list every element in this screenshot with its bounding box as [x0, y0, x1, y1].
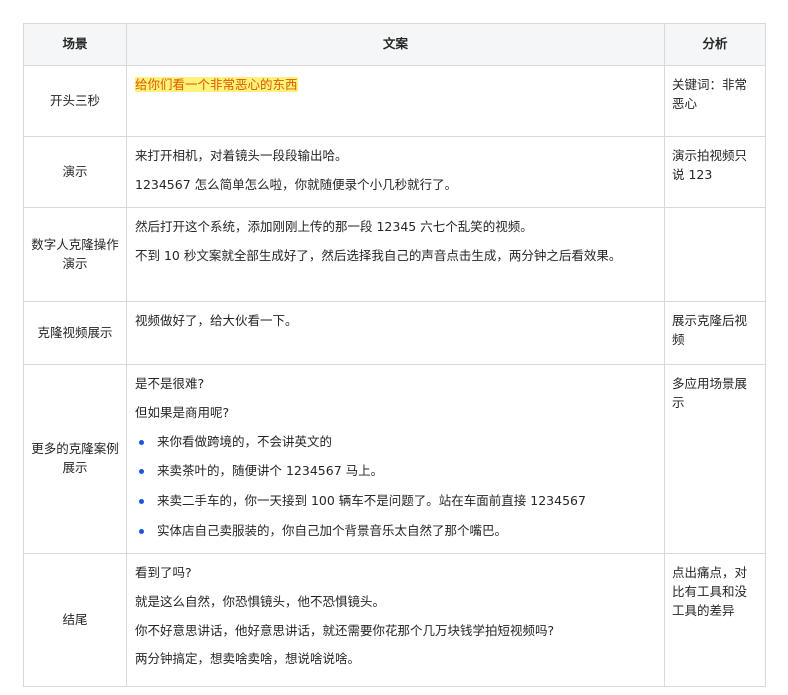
highlighted-text: 给你们看一个非常恶心的东西 — [135, 77, 298, 92]
copy-cell: 来打开相机，对着镜头一段段输出哈。 1234567 怎么简单怎么啦，你就随便录个… — [126, 136, 665, 208]
scene-cell: 数字人克隆操作演示 — [23, 207, 127, 302]
analysis-cell — [664, 207, 766, 302]
scene-cell: 克隆视频展示 — [23, 301, 127, 365]
scene-cell: 开头三秒 — [23, 65, 127, 137]
copy-cell: 视频做好了，给大伙看一下。 — [126, 301, 665, 365]
scene-cell: 演示 — [23, 136, 127, 208]
bullet-list: 来你看做跨境的，不会讲英文的 来卖茶叶的，随便讲个 1234567 马上。 来卖… — [135, 433, 656, 541]
analysis-cell: 点出痛点，对比有工具和没工具的差异 — [664, 553, 766, 687]
copy-line: 你不好意思讲话，他好意思讲话，就还需要你花那个几万块钱学拍短视频吗? — [135, 622, 555, 638]
analysis-cell: 展示克隆后视频 — [664, 301, 766, 365]
copy-cell: 然后打开这个系统，添加刚刚上传的那一段 12345 六七个乱笑的视频。 不到 1… — [126, 207, 665, 302]
copy-cell: 是不是很难? 但如果是商用呢? 来你看做跨境的，不会讲英文的 来卖茶叶的，随便讲… — [126, 364, 665, 554]
header-analysis: 分析 — [664, 23, 766, 66]
copy-line: 但如果是商用呢? — [135, 404, 230, 420]
copy-line: 就是这么自然，你恐惧镜头，他不恐惧镜头。 — [135, 593, 386, 609]
copy-line: 然后打开这个系统，添加刚刚上传的那一段 12345 六七个乱笑的视频。 — [135, 219, 533, 234]
table-row: 演示 来打开相机，对着镜头一段段输出哈。 1234567 怎么简单怎么啦，你就随… — [23, 136, 766, 208]
copy-cell: 给你们看一个非常恶心的东西 — [126, 65, 665, 137]
copy-line: 视频做好了，给大伙看一下。 — [135, 313, 298, 328]
table-row: 克隆视频展示 视频做好了，给大伙看一下。 展示克隆后视频 — [23, 301, 766, 365]
copy-line: 两分钟搞定，想卖啥卖啥，想说啥说啥。 — [135, 651, 361, 667]
analysis-cell: 关键词：非常恶心 — [664, 65, 766, 137]
list-item: 实体店自己卖服装的，你自己加个背景音乐太自然了那个嘴巴。 — [135, 522, 656, 541]
header-copy: 文案 — [126, 23, 665, 66]
list-item: 来卖茶叶的，随便讲个 1234567 马上。 — [135, 462, 656, 481]
copy-line: 不到 10 秒文案就全部生成好了，然后选择我自己的声音点击生成，两分钟之后看效果… — [135, 247, 622, 263]
list-item: 来你看做跨境的，不会讲英文的 — [135, 433, 656, 452]
copy-line: 是不是很难? — [135, 376, 205, 391]
document-page: 场景 文案 分析 开头三秒 给你们看一个非常恶心的东西 关键词：非常恶心 演示 … — [0, 0, 788, 695]
copy-cell: 看到了吗? 就是这么自然，你恐惧镜头，他不恐惧镜头。 你不好意思讲话，他好意思讲… — [126, 553, 665, 687]
scene-cell: 更多的克隆案例展示 — [23, 364, 127, 554]
copy-line: 1234567 怎么简单怎么啦，你就随便录个小几秒就行了。 — [135, 176, 458, 192]
analysis-cell: 演示拍视频只说 123 — [664, 136, 766, 208]
table-row: 更多的克隆案例展示 是不是很难? 但如果是商用呢? 来你看做跨境的，不会讲英文的… — [23, 364, 766, 554]
analysis-cell: 多应用场景展示 — [664, 364, 766, 554]
scene-cell: 结尾 — [23, 553, 127, 687]
table-row: 开头三秒 给你们看一个非常恶心的东西 关键词：非常恶心 — [23, 65, 766, 137]
script-table: 场景 文案 分析 开头三秒 给你们看一个非常恶心的东西 关键词：非常恶心 演示 … — [23, 23, 766, 687]
table-header-row: 场景 文案 分析 — [23, 23, 766, 66]
list-item: 来卖二手车的，你一天接到 100 辆车不是问题了。站在车面前直接 1234567 — [135, 492, 656, 511]
header-scene: 场景 — [23, 23, 127, 66]
copy-line: 来打开相机，对着镜头一段段输出哈。 — [135, 148, 348, 163]
copy-line: 看到了吗? — [135, 565, 192, 580]
table-row: 结尾 看到了吗? 就是这么自然，你恐惧镜头，他不恐惧镜头。 你不好意思讲话，他好… — [23, 553, 766, 687]
table-row: 数字人克隆操作演示 然后打开这个系统，添加刚刚上传的那一段 12345 六七个乱… — [23, 207, 766, 302]
